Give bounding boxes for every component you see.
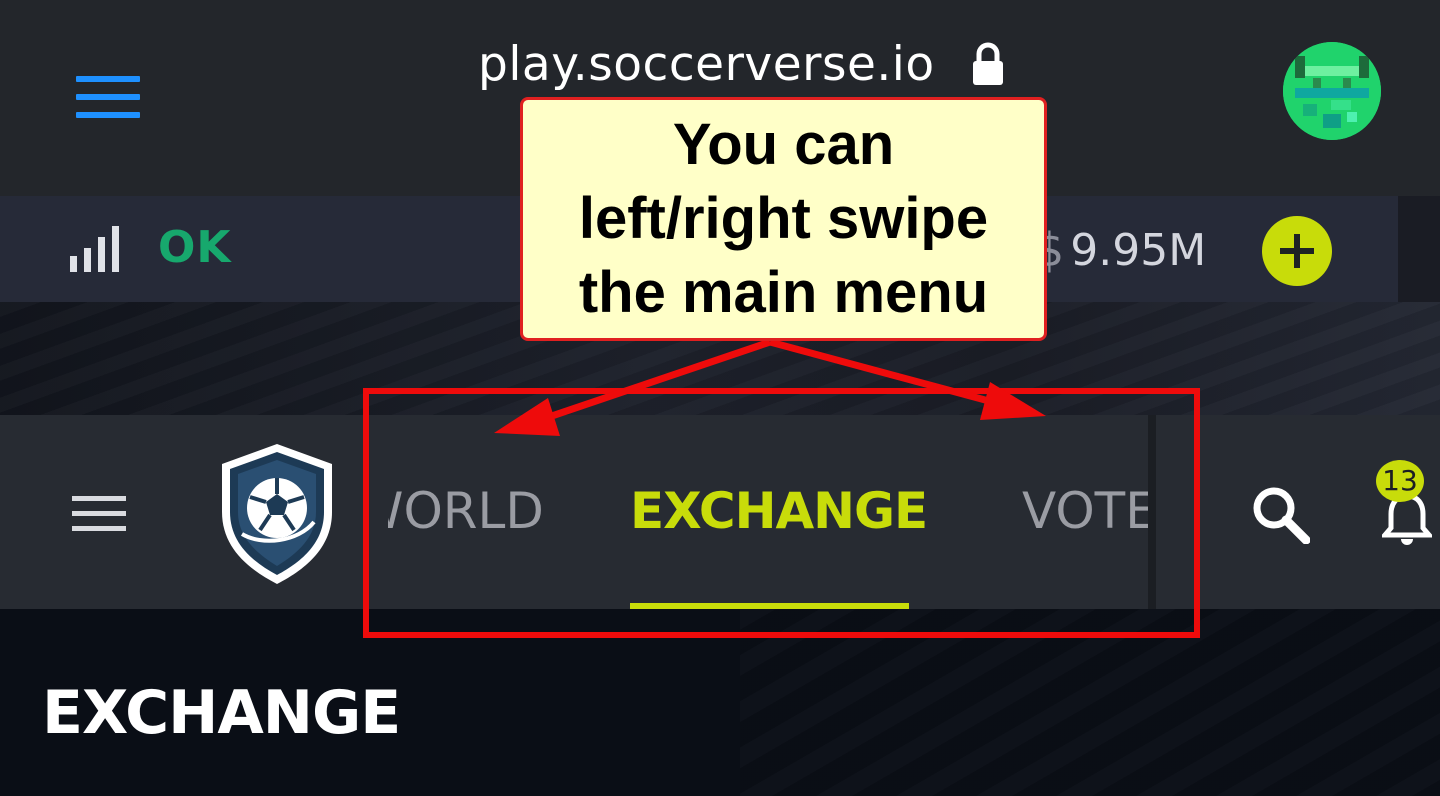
balance-value: 9.95M <box>1070 224 1207 276</box>
nav-menu-icon[interactable] <box>72 496 126 532</box>
soccerverse-shield-logo[interactable] <box>218 442 336 586</box>
search-icon[interactable] <box>1250 484 1310 544</box>
page-title: EXCHANGE <box>42 678 401 748</box>
signal-bars-icon <box>70 226 119 272</box>
address-bar[interactable]: play.soccerverse.io <box>478 32 1005 96</box>
balance-display: $ 9.95M <box>1035 222 1206 278</box>
tutorial-callout: You can left/right swipe the main menu <box>520 97 1047 341</box>
menu-highlight-box <box>363 388 1200 638</box>
add-funds-button[interactable] <box>1262 216 1332 286</box>
lock-icon <box>972 42 1003 85</box>
browser-menu-icon[interactable] <box>76 76 140 120</box>
pixel-avatar-icon <box>1283 42 1381 140</box>
notification-badge: 13 <box>1376 460 1424 502</box>
connection-status: OK <box>158 222 232 273</box>
url-text: play.soccerverse.io <box>478 36 935 92</box>
user-avatar[interactable] <box>1283 42 1381 140</box>
callout-text: You can left/right swipe the main menu <box>578 112 989 325</box>
status-bar-edge <box>1398 196 1440 302</box>
